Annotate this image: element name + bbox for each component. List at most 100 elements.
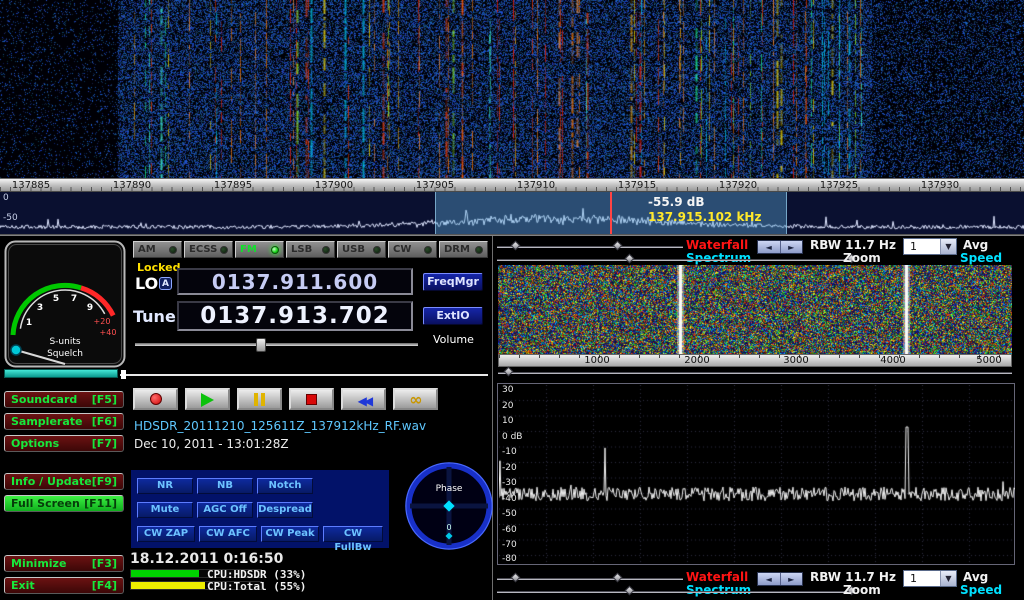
db-axis-tick: -50 [3, 213, 18, 223]
cw-zap-button[interactable]: CW ZAP [137, 526, 195, 542]
slider-handle[interactable] [511, 241, 521, 251]
af-gain-slider[interactable] [120, 374, 488, 376]
cw-fullbw-button[interactable]: CW FullBw [323, 526, 383, 542]
waterfall-label-bottom[interactable]: Waterfall [686, 570, 748, 584]
db-tick: -30 [502, 478, 517, 488]
extio-button[interactable]: ExtIO [423, 307, 483, 325]
main-spectrum-strip[interactable]: 0 -50 -55.9 dB 137.915.102 kHz [0, 192, 1024, 235]
panel-divider [0, 235, 1024, 236]
pause-button[interactable] [237, 388, 282, 410]
arrow-right-icon[interactable]: ► [781, 241, 803, 253]
recording-date: Dec 10, 2011 - 13:01:28Z [134, 437, 289, 451]
mode-label: LSB [291, 244, 312, 255]
cw-peak-button[interactable]: CW Peak [261, 526, 319, 542]
mode-button-cw[interactable]: CW [388, 241, 437, 258]
speed-label-top: Speed [960, 251, 1002, 265]
db-tick: -10 [502, 447, 517, 457]
slider-handle[interactable] [613, 573, 623, 583]
record-button[interactable] [133, 388, 178, 410]
arrow-left-icon[interactable]: ◄ [758, 573, 781, 585]
af-gain-thumb[interactable] [121, 370, 126, 379]
mode-label: ECSS [189, 244, 217, 255]
phase-scope[interactable]: Phase 0 [403, 460, 495, 552]
mode-button-usb[interactable]: USB [337, 241, 386, 258]
spectrum-label-bottom[interactable]: Spectrum [686, 583, 751, 597]
s-meter-tick: 3 [37, 303, 43, 313]
options-button[interactable]: Options[F7] [4, 435, 124, 452]
rbw-readout-bottom: RBW 11.7 Hz [810, 570, 896, 584]
info-update-button[interactable]: Info / Update[F9] [4, 473, 124, 490]
mode-button-ecss[interactable]: ECSS [184, 241, 233, 258]
clock-display: 18.12.2011 0:16:50 [130, 551, 283, 567]
nb-button[interactable]: NB [197, 478, 253, 494]
squelch-slider[interactable] [4, 369, 118, 378]
s-meter-tick: +20 [94, 317, 111, 326]
volume-slider[interactable] [135, 343, 418, 346]
cw-afc-button[interactable]: CW AFC [199, 526, 257, 542]
volume-slider-thumb[interactable] [256, 338, 266, 352]
play-button[interactable] [185, 388, 230, 410]
zoom-slider-top[interactable] [497, 259, 855, 261]
mode-button-fm[interactable]: FM [235, 241, 284, 258]
soundcard-button[interactable]: Soundcard[F5] [4, 391, 124, 408]
lo-frequency-display[interactable]: 0137.911.600 [177, 268, 413, 295]
scale-minor-ticks [499, 355, 1011, 358]
loop-button[interactable]: ∞ [393, 388, 438, 410]
mute-button[interactable]: Mute [137, 502, 193, 518]
play-icon [201, 393, 214, 407]
slider-handle[interactable] [625, 586, 635, 596]
rewind-button[interactable]: ◀◀ [341, 388, 386, 410]
s-units-label: S-units [49, 337, 80, 347]
samplerate-button[interactable]: Samplerate[F6] [4, 413, 124, 430]
db-tick: 20 [502, 401, 513, 411]
waterfall-contrast-slider-bottom[interactable] [497, 578, 683, 580]
slider-handle[interactable] [625, 254, 635, 264]
stop-button[interactable] [289, 388, 334, 410]
spectrum-label-top[interactable]: Spectrum [686, 251, 751, 265]
slider-handle[interactable] [511, 573, 521, 583]
minimize-button[interactable]: Minimize[F3] [4, 555, 124, 572]
loop-icon: ∞ [409, 390, 422, 409]
arrow-right-icon[interactable]: ► [781, 573, 803, 585]
frequency-ruler[interactable]: 137885 137890 137895 137900 137905 13791… [0, 178, 1024, 192]
fullscreen-button[interactable]: Full Screen[F11] [4, 495, 124, 512]
chevron-down-icon[interactable]: ▼ [940, 571, 956, 586]
mode-led-icon [322, 246, 330, 254]
main-waterfall[interactable] [0, 0, 1024, 178]
slider-handle[interactable] [613, 241, 623, 251]
nr-button[interactable]: NR [137, 478, 193, 494]
avg-select-top[interactable]: 1 ▼ [903, 238, 957, 255]
speed-label-bottom: Speed [960, 583, 1002, 597]
notch-button[interactable]: Notch [257, 478, 313, 494]
mode-button-am[interactable]: AM [133, 241, 182, 258]
tune-frequency-display[interactable]: 0137.913.702 [177, 301, 413, 331]
audio-band-slider[interactable] [498, 372, 1012, 374]
volume-label: Volume [433, 333, 474, 346]
button-label: Full Screen [11, 497, 80, 510]
lo-lock-badge[interactable]: A [159, 277, 172, 290]
mode-led-icon [424, 246, 432, 254]
agc-button[interactable]: AGC Off [197, 502, 253, 518]
audio-waterfall[interactable] [498, 265, 1012, 354]
avg-select-bottom[interactable]: 1 ▼ [903, 570, 957, 587]
arrow-left-icon[interactable]: ◄ [758, 241, 781, 253]
dsp-panel: NR NB Notch Mute AGC Off Despread CW ZAP… [131, 470, 389, 548]
squelch-label: Squelch [47, 349, 83, 359]
passband-shift-spinner-bottom: ◄ ► [757, 572, 803, 586]
db-tick: 30 [502, 385, 513, 395]
db-tick: 0 dB [502, 432, 522, 442]
mode-button-drm[interactable]: DRM [439, 241, 488, 258]
audio-frequency-scale[interactable]: 1000 2000 3000 4000 5000 [498, 354, 1012, 367]
freqmgr-button[interactable]: FreqMgr [423, 273, 483, 291]
avg-select-value: 1 [904, 239, 940, 254]
playback-toolbar: ◀◀ ∞ [133, 388, 440, 410]
audio-spectrum-panel[interactable]: 30 20 10 0 dB -10 -20 -30 -40 -50 -60 -7… [497, 383, 1015, 565]
chevron-down-icon[interactable]: ▼ [940, 239, 956, 254]
exit-button[interactable]: Exit[F4] [4, 577, 124, 594]
waterfall-contrast-slider-top[interactable] [497, 246, 683, 248]
slider-handle[interactable] [504, 367, 514, 377]
zoom-slider-bottom[interactable] [497, 591, 855, 593]
despread-button[interactable]: Despread [257, 502, 313, 518]
mode-button-lsb[interactable]: LSB [286, 241, 335, 258]
waterfall-label-top[interactable]: Waterfall [686, 238, 748, 252]
